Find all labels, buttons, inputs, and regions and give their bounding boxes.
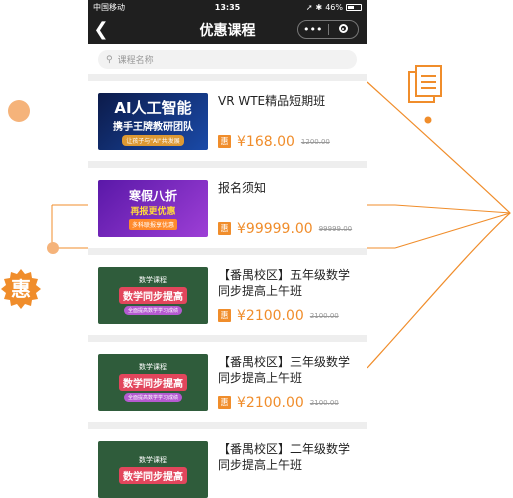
course-item[interactable]: 寒假八折 再报更优惠 多科联报享优惠 报名须知 惠 ¥99999.00 9999… bbox=[88, 168, 367, 248]
course-thumbnail: 数学课程 数学同步提高 bbox=[98, 440, 208, 498]
course-thumbnail: 数学课程 数学同步提高 全面提高数学学习成绩 bbox=[98, 353, 208, 411]
status-time: 13:35 bbox=[214, 3, 241, 12]
thumb-line3: 全面提高数学学习成绩 bbox=[123, 393, 182, 402]
divider bbox=[88, 161, 367, 168]
original-price: 2100.00 bbox=[309, 398, 339, 407]
close-button[interactable] bbox=[329, 23, 359, 36]
thumb-line1: 数学课程 bbox=[139, 276, 167, 284]
course-info: 报名须知 惠 ¥99999.00 99999.00 bbox=[218, 180, 357, 237]
course-info: 【番禺校区】三年级数学同步提高上午班 惠 ¥2100.00 2100.00 bbox=[218, 354, 357, 411]
price-line: 惠 ¥168.00 1200.00 bbox=[218, 134, 357, 150]
close-ring-icon bbox=[338, 24, 348, 33]
course-thumbnail: AI人工智能 携手王牌教研团队 让孩子与"AI"共发展 bbox=[98, 92, 208, 150]
course-name: 【番禺校区】三年级数学同步提高上午班 bbox=[218, 354, 351, 385]
course-price: ¥99999.00 bbox=[237, 220, 313, 237]
status-bar: 中国移动 13:35 ➚ ✱ 46% bbox=[88, 0, 367, 15]
course-item[interactable]: 数学课程 数学同步提高 【番禺校区】二年级数学同步提高上午班 bbox=[88, 429, 367, 498]
document-icon bbox=[408, 65, 442, 103]
thumb-line1: 数学课程 bbox=[139, 363, 167, 371]
price-line: 惠 ¥2100.00 2100.00 bbox=[218, 395, 357, 411]
discount-badge-text: 惠 bbox=[11, 277, 31, 301]
mini-program-capsule: ••• bbox=[297, 20, 359, 39]
course-thumbnail: 数学课程 数学同步提高 全面提高数学学习成绩 bbox=[98, 266, 208, 324]
search-area: ⚲ 课程名称 bbox=[88, 44, 367, 74]
thumb-line2: 携手王牌教研团队 bbox=[113, 121, 193, 133]
nav-bar: ❮ 优惠课程 ••• bbox=[88, 15, 367, 44]
discount-tag: 惠 bbox=[218, 309, 231, 322]
course-price: ¥168.00 bbox=[237, 133, 295, 150]
course-name: 【番禺校区】五年级数学同步提高上午班 bbox=[218, 267, 351, 298]
course-info: 【番禺校区】二年级数学同步提高上午班 bbox=[218, 441, 357, 498]
discount-tag: 惠 bbox=[218, 222, 231, 235]
course-price: ¥2100.00 bbox=[237, 394, 304, 411]
thumb-line2: 数学同步提高 bbox=[119, 374, 187, 391]
course-info: 【番禺校区】五年级数学同步提高上午班 惠 ¥2100.00 2100.00 bbox=[218, 267, 357, 324]
search-placeholder: 课程名称 bbox=[117, 56, 154, 66]
course-name: 【番禺校区】二年级数学同步提高上午班 bbox=[218, 441, 351, 472]
course-info: VR WTE精品短期班 惠 ¥168.00 1200.00 bbox=[218, 93, 357, 150]
thumb-line1: 数学课程 bbox=[139, 455, 167, 464]
thumb-line3: 全面提高数学学习成绩 bbox=[123, 306, 182, 315]
thumb-line2: 再报更优惠 bbox=[130, 206, 176, 217]
divider bbox=[88, 335, 367, 342]
course-name: 报名须知 bbox=[218, 180, 267, 195]
thumb-line1: AI人工智能 bbox=[114, 98, 192, 117]
course-item[interactable]: 数学课程 数学同步提高 全面提高数学学习成绩 【番禺校区】三年级数学同步提高上午… bbox=[88, 342, 367, 422]
more-button[interactable]: ••• bbox=[298, 23, 328, 36]
discount-tag: 惠 bbox=[218, 135, 231, 148]
phone-screen: 中国移动 13:35 ➚ ✱ 46% ❮ 优惠课程 ••• ⚲ 课程名称 AI人… bbox=[88, 0, 367, 498]
original-price: 1200.00 bbox=[300, 137, 330, 146]
thumb-line2: 数学同步提高 bbox=[119, 287, 187, 304]
price-line: 惠 ¥2100.00 2100.00 bbox=[218, 308, 357, 324]
thumb-line3: 多科联报享优惠 bbox=[128, 218, 177, 230]
thumb-line1: 寒假八折 bbox=[128, 188, 177, 203]
back-button[interactable]: ❮ bbox=[88, 19, 114, 40]
thumb-line2: 数学同步提高 bbox=[119, 466, 187, 484]
divider bbox=[88, 422, 367, 429]
thumb-line3: 让孩子与"AI"共发展 bbox=[122, 134, 184, 146]
search-input[interactable]: ⚲ 课程名称 bbox=[98, 50, 357, 69]
course-item[interactable]: AI人工智能 携手王牌教研团队 让孩子与"AI"共发展 VR WTE精品短期班 … bbox=[88, 81, 367, 161]
search-icon: ⚲ bbox=[106, 54, 113, 65]
course-price: ¥2100.00 bbox=[237, 307, 304, 324]
divider bbox=[88, 74, 367, 81]
discount-tag: 惠 bbox=[218, 396, 231, 409]
battery-icon bbox=[346, 4, 362, 11]
course-item[interactable]: 数学课程 数学同步提高 全面提高数学学习成绩 【番禺校区】五年级数学同步提高上午… bbox=[88, 255, 367, 335]
price-line: 惠 ¥99999.00 99999.00 bbox=[218, 221, 357, 237]
course-name: VR WTE精品短期班 bbox=[218, 93, 326, 108]
course-thumbnail: 寒假八折 再报更优惠 多科联报享优惠 bbox=[98, 179, 208, 237]
original-price: 99999.00 bbox=[318, 224, 353, 233]
original-price: 2100.00 bbox=[309, 311, 339, 320]
divider bbox=[88, 248, 367, 255]
